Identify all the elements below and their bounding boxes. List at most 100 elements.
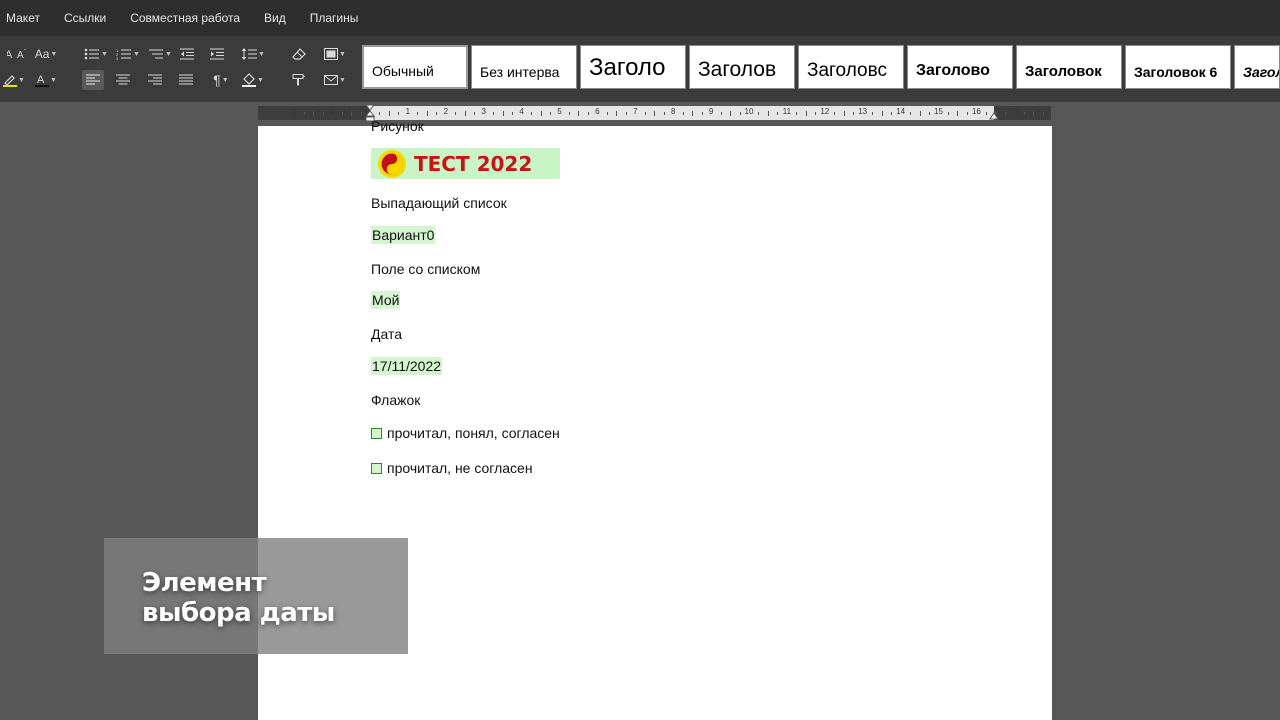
numbered-list-button[interactable]: 1 2 3 ▼ (114, 44, 142, 64)
multilevel-list-button[interactable]: ▼ (146, 44, 174, 64)
bullet-list-button[interactable]: ▼ (82, 44, 110, 64)
highlight-color-button[interactable]: ▼ (0, 70, 28, 90)
combobox-label: Поле со списком (371, 261, 481, 277)
ruler-tick (815, 112, 817, 115)
menu-collaboration[interactable]: Совместная работа (118, 11, 252, 25)
ruler-tick (550, 112, 552, 115)
justify-button[interactable] (175, 70, 197, 90)
ruler-tick (568, 112, 570, 115)
paragraph-mark-icon: ¶ (213, 72, 221, 88)
increase-indent-icon (210, 48, 224, 60)
dropdown-content-control[interactable]: Вариант0 (371, 226, 436, 244)
ruler-tick (957, 111, 959, 116)
menu-layout[interactable]: Макет (0, 11, 52, 25)
combobox-content-control[interactable]: Мой (371, 291, 401, 309)
ruler-number: 9 (708, 107, 714, 116)
ruler-tick (417, 112, 419, 115)
align-left-icon (86, 74, 100, 85)
ruler-tick (872, 112, 874, 115)
ruler-tick (1042, 112, 1044, 115)
ruler-number: 13 (858, 107, 868, 116)
decrease-indent-button[interactable] (176, 44, 198, 64)
ruler-right-indent-marker[interactable] (989, 110, 999, 120)
caption-line-1: Элемент (142, 568, 267, 598)
checkbox-2[interactable] (371, 463, 382, 474)
style-heading-5[interactable]: Заголовок (1016, 45, 1122, 89)
ruler-number: 17 (1009, 107, 1019, 116)
style-heading-3-label: Заголовс (807, 60, 887, 81)
ruler-number: 11 (782, 107, 792, 116)
align-right-button[interactable] (144, 70, 166, 90)
change-case-button[interactable]: Aa ▼ (32, 44, 60, 64)
ruler-tick (730, 111, 732, 116)
checkbox-row-2: прочитал, не согласен (371, 460, 533, 476)
style-heading-4[interactable]: Заголово (907, 45, 1013, 89)
ruler-tick (843, 111, 845, 116)
date-label: Дата (371, 326, 403, 342)
checkbox-1[interactable] (371, 428, 382, 439)
style-heading-4-label: Заголово (916, 62, 990, 79)
svg-text:3: 3 (116, 56, 119, 60)
ruler-tick (616, 111, 618, 116)
ruler-tick (995, 111, 997, 116)
style-normal-label: Обычный (372, 63, 434, 79)
ruler-tick (493, 112, 495, 115)
ruler-tick (692, 111, 694, 116)
style-normal[interactable]: Обычный (362, 45, 468, 89)
style-heading-3[interactable]: Заголовс (798, 45, 904, 89)
ruler-tick (910, 112, 912, 115)
menu-references[interactable]: Ссылки (52, 11, 118, 25)
ruler-tick (379, 112, 381, 115)
yin-yang-icon (378, 149, 406, 178)
style-heading-2[interactable]: Заголов (689, 45, 795, 89)
menu-view[interactable]: Вид (252, 11, 298, 25)
ruler-tick (1004, 112, 1006, 115)
increase-indent-button[interactable] (206, 44, 228, 64)
ruler-tick (360, 112, 362, 115)
ruler-tick (455, 112, 457, 115)
change-case-label: Aa (34, 47, 50, 61)
style-heading-5-label: Заголовок (1025, 63, 1102, 80)
clear-style-button[interactable] (288, 44, 310, 64)
ruler-tick (578, 111, 580, 116)
picture-content-control[interactable]: ТЕСТ 2022 (371, 148, 560, 179)
font-color-button[interactable]: A ▼ (32, 70, 60, 90)
align-center-button[interactable] (112, 70, 134, 90)
line-spacing-button[interactable]: ▼ (238, 44, 268, 64)
svg-text:ˇ: ˇ (24, 50, 26, 56)
copy-style-button[interactable] (288, 70, 310, 90)
style-heading-1[interactable]: Заголо (580, 45, 686, 89)
envelope-icon (324, 75, 339, 85)
paragraph-shading-button[interactable]: ▼ (238, 70, 268, 90)
caption-line-2: выбора даты (142, 598, 335, 628)
ruler-number: 15 (934, 107, 943, 116)
line-spacing-icon (241, 48, 258, 60)
ruler-tick (625, 112, 627, 115)
ruler-tick (464, 111, 466, 116)
format-painter-icon (292, 74, 305, 86)
picture-text: ТЕСТ 2022 (414, 151, 533, 176)
menu-plugins[interactable]: Плагины (298, 11, 371, 25)
style-heading-7[interactable]: Загол (1234, 45, 1280, 89)
style-gallery: Обычный Без интерва Заголо Заголов Загол… (362, 45, 1280, 89)
video-caption-overlay: Элемент выбора даты (104, 538, 408, 654)
ruler-number: 4 (519, 107, 524, 116)
font-color-icon: A (35, 74, 50, 87)
ruler-number: 16 (971, 107, 981, 116)
ruler-tick (398, 112, 400, 115)
date-content-control[interactable]: 17/11/2022 (371, 357, 443, 375)
ruler-number: 5 (557, 107, 562, 116)
ruler-tick (341, 112, 343, 115)
style-no-spacing[interactable]: Без интерва (471, 45, 577, 89)
nonprinting-chars-button[interactable]: ¶ ▼ (206, 70, 236, 90)
ruler-tick (540, 111, 542, 116)
align-left-button[interactable] (82, 70, 104, 90)
decrease-font-icon[interactable]: Aˇ (12, 44, 34, 64)
ruler-tick (919, 111, 921, 116)
checkbox-2-text: прочитал, не согласен (387, 460, 533, 476)
shading-button[interactable]: ▼ (320, 44, 350, 64)
bullet-list-icon (84, 48, 100, 60)
mail-merge-button[interactable]: ▼ (320, 70, 350, 90)
ruler-number: 7 (633, 107, 638, 116)
style-heading-6[interactable]: Заголовок 6 (1125, 45, 1231, 89)
